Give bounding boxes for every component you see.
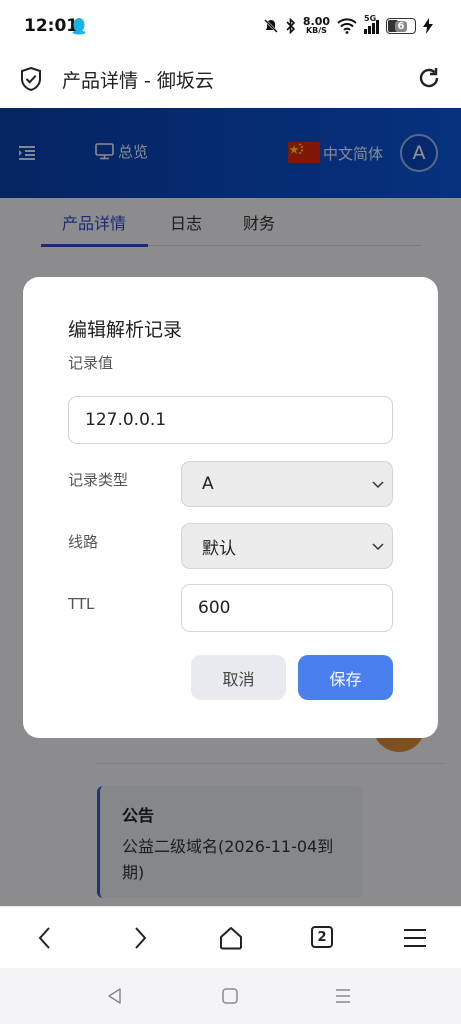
- reload-icon[interactable]: [416, 65, 442, 91]
- status-icons: 8.00 KB/S 5G 6: [263, 14, 433, 38]
- browser-toolbar: [0, 906, 461, 968]
- system-home-icon[interactable]: [221, 987, 239, 1005]
- chevron-down-icon: [372, 481, 384, 489]
- save-button[interactable]: 保存: [298, 655, 393, 700]
- chevron-down-icon: [372, 543, 384, 551]
- shield-check-icon[interactable]: [19, 66, 43, 92]
- home-icon[interactable]: [218, 925, 244, 951]
- net-speed: 8.00 KB/S: [302, 15, 330, 35]
- battery-icon: 6: [386, 18, 416, 34]
- system-navigation-bar: [0, 968, 461, 1024]
- cell-signal: 5G: [364, 14, 379, 34]
- browser-address-bar: 产品详情 - 御坂云: [0, 52, 461, 108]
- ttl-label: TTL: [68, 595, 95, 613]
- line-select[interactable]: 默认: [181, 523, 393, 569]
- line-value: 默认: [202, 538, 236, 559]
- wifi-icon: [337, 18, 357, 34]
- system-back-icon[interactable]: [106, 987, 124, 1005]
- system-recents-icon[interactable]: [334, 987, 352, 1005]
- signal-label: 5G: [364, 14, 377, 23]
- ttl-input[interactable]: 600: [181, 584, 393, 632]
- hamburger-icon[interactable]: [402, 925, 428, 951]
- record-value-label: 记录值: [68, 354, 114, 372]
- record-value-input[interactable]: 127.0.0.1: [68, 396, 393, 444]
- status-bar: 12:01 8.00 KB/S 5G 6: [0, 0, 461, 52]
- record-value-text: 127.0.0.1: [85, 410, 167, 430]
- ttl-value: 600: [198, 598, 231, 618]
- line-label: 线路: [68, 533, 99, 551]
- chevron-right-icon[interactable]: [126, 925, 152, 951]
- chevron-left-icon[interactable]: [33, 925, 59, 951]
- status-time: 12:01: [24, 16, 79, 36]
- dialog-title: 编辑解析记录: [68, 319, 183, 341]
- bluetooth-icon: [286, 18, 295, 34]
- record-type-label: 记录类型: [68, 471, 129, 489]
- qq-notification-icon: [72, 18, 86, 35]
- edit-dns-record-dialog: 编辑解析记录 记录值 127.0.0.1 记录类型 A 线路 默认 TTL 60…: [23, 277, 438, 738]
- record-type-value: A: [202, 474, 214, 494]
- tab-switcher-button[interactable]: 2: [311, 926, 333, 948]
- page-title[interactable]: 产品详情 - 御坂云: [62, 66, 214, 93]
- mute-bell-icon: [263, 19, 278, 33]
- battery-level: 6: [394, 20, 408, 32]
- charging-icon: [423, 18, 433, 34]
- cancel-button[interactable]: 取消: [191, 655, 286, 700]
- record-type-select[interactable]: A: [181, 461, 393, 507]
